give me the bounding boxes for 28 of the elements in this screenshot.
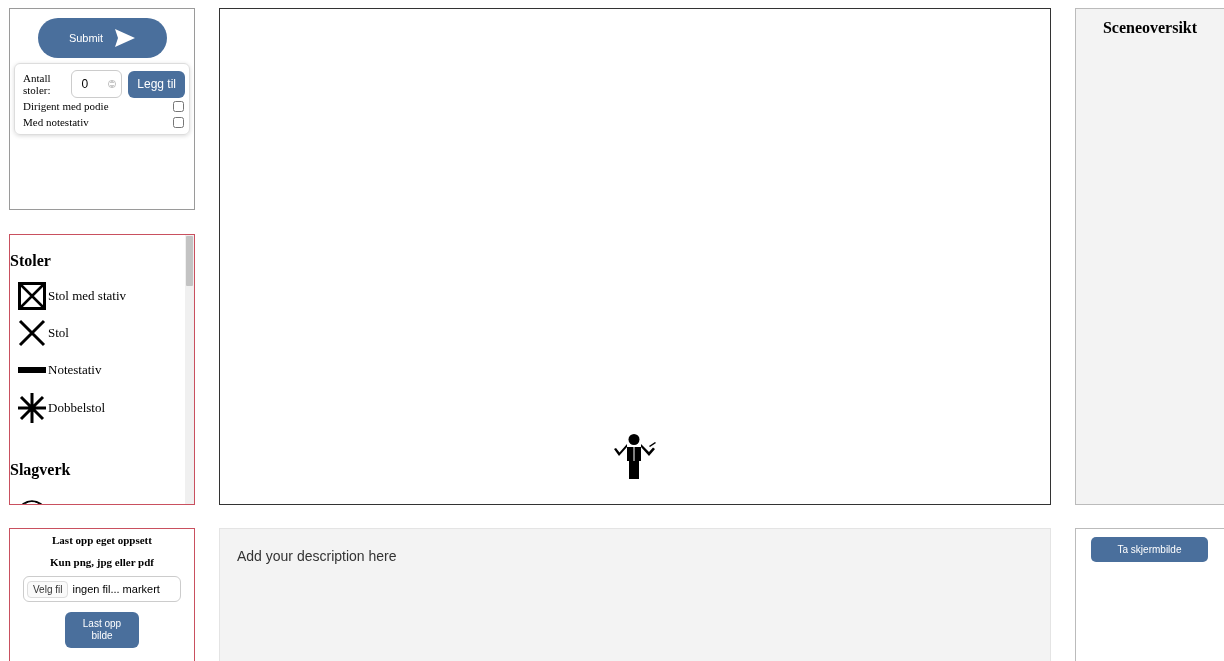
boxed-cross-icon[interactable] (18, 282, 46, 310)
send-icon (115, 29, 136, 47)
description-field[interactable]: Add your description here (219, 528, 1051, 661)
palette-item-label: Stol (48, 325, 69, 341)
scrollbar[interactable] (185, 235, 194, 504)
chair-count-field[interactable]: 0 (71, 70, 123, 98)
section-heading: Stoler (10, 252, 52, 270)
palette-item-label: Dobbelstol (48, 400, 106, 416)
spinner-icon (108, 78, 117, 90)
option-checkbox[interactable] (173, 116, 184, 128)
add-button[interactable]: Legg til (128, 70, 185, 98)
section-heading: Slagverk (10, 461, 72, 479)
chair-count-label: Antall stoler: (23, 72, 52, 96)
upload-title: Last opp eget oppsett (52, 534, 152, 546)
screenshot-button[interactable]: Ta skjermbilde (1091, 537, 1208, 562)
palette-item-label: Notestativ (48, 362, 102, 378)
upload-note: Kun png, jpg eller pdf (50, 556, 154, 568)
option-label: Med notestativ (23, 116, 89, 128)
file-input[interactable]: Velg fil ingen fil... markert (23, 576, 181, 602)
upload-button[interactable]: Last opp bilde (65, 612, 139, 648)
option-checkbox[interactable] (173, 100, 184, 112)
submit-button[interactable]: Submit (37, 18, 167, 58)
conductor-icon[interactable] (613, 434, 657, 480)
cross-icon[interactable] (18, 319, 46, 347)
asterisk-icon[interactable] (18, 393, 46, 423)
palette-item-label: Stol med stativ (48, 288, 126, 304)
overview-title: Sceneoversikt (1101, 19, 1199, 37)
option-label: Dirigent med podie (23, 100, 109, 112)
